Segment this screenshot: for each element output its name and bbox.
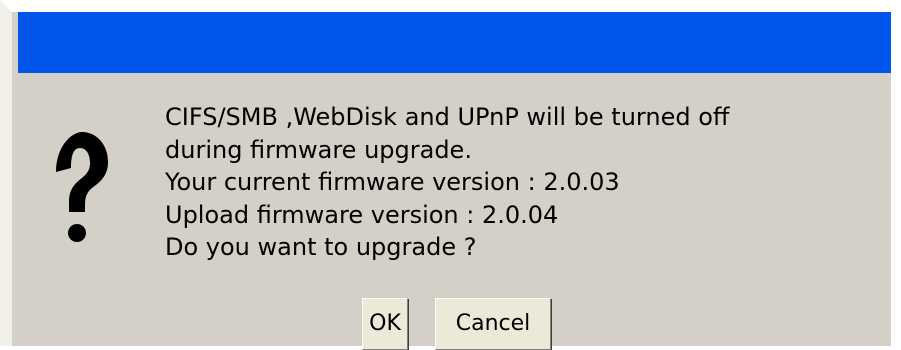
message-line: Your current firmware version : 2.0.03 [165,168,620,196]
cancel-button[interactable]: Cancel [435,298,551,350]
confirm-dialog: CIFS/SMB ,WebDisk and UPnP will be turne… [0,0,901,350]
question-icon [56,132,108,242]
message-line: Upload firmware version : 2.0.04 [165,200,559,229]
ok-button[interactable]: OK [362,298,408,350]
dialog-message: CIFS/SMB ,WebDisk and UPnP will be turne… [165,101,885,264]
message-line: Do you want to upgrade ? [165,233,477,261]
message-line: during firmware upgrade. [165,135,472,164]
message-line: CIFS/SMB ,WebDisk and UPnP will be turne… [165,103,730,131]
dialog-titlebar[interactable] [18,12,891,73]
